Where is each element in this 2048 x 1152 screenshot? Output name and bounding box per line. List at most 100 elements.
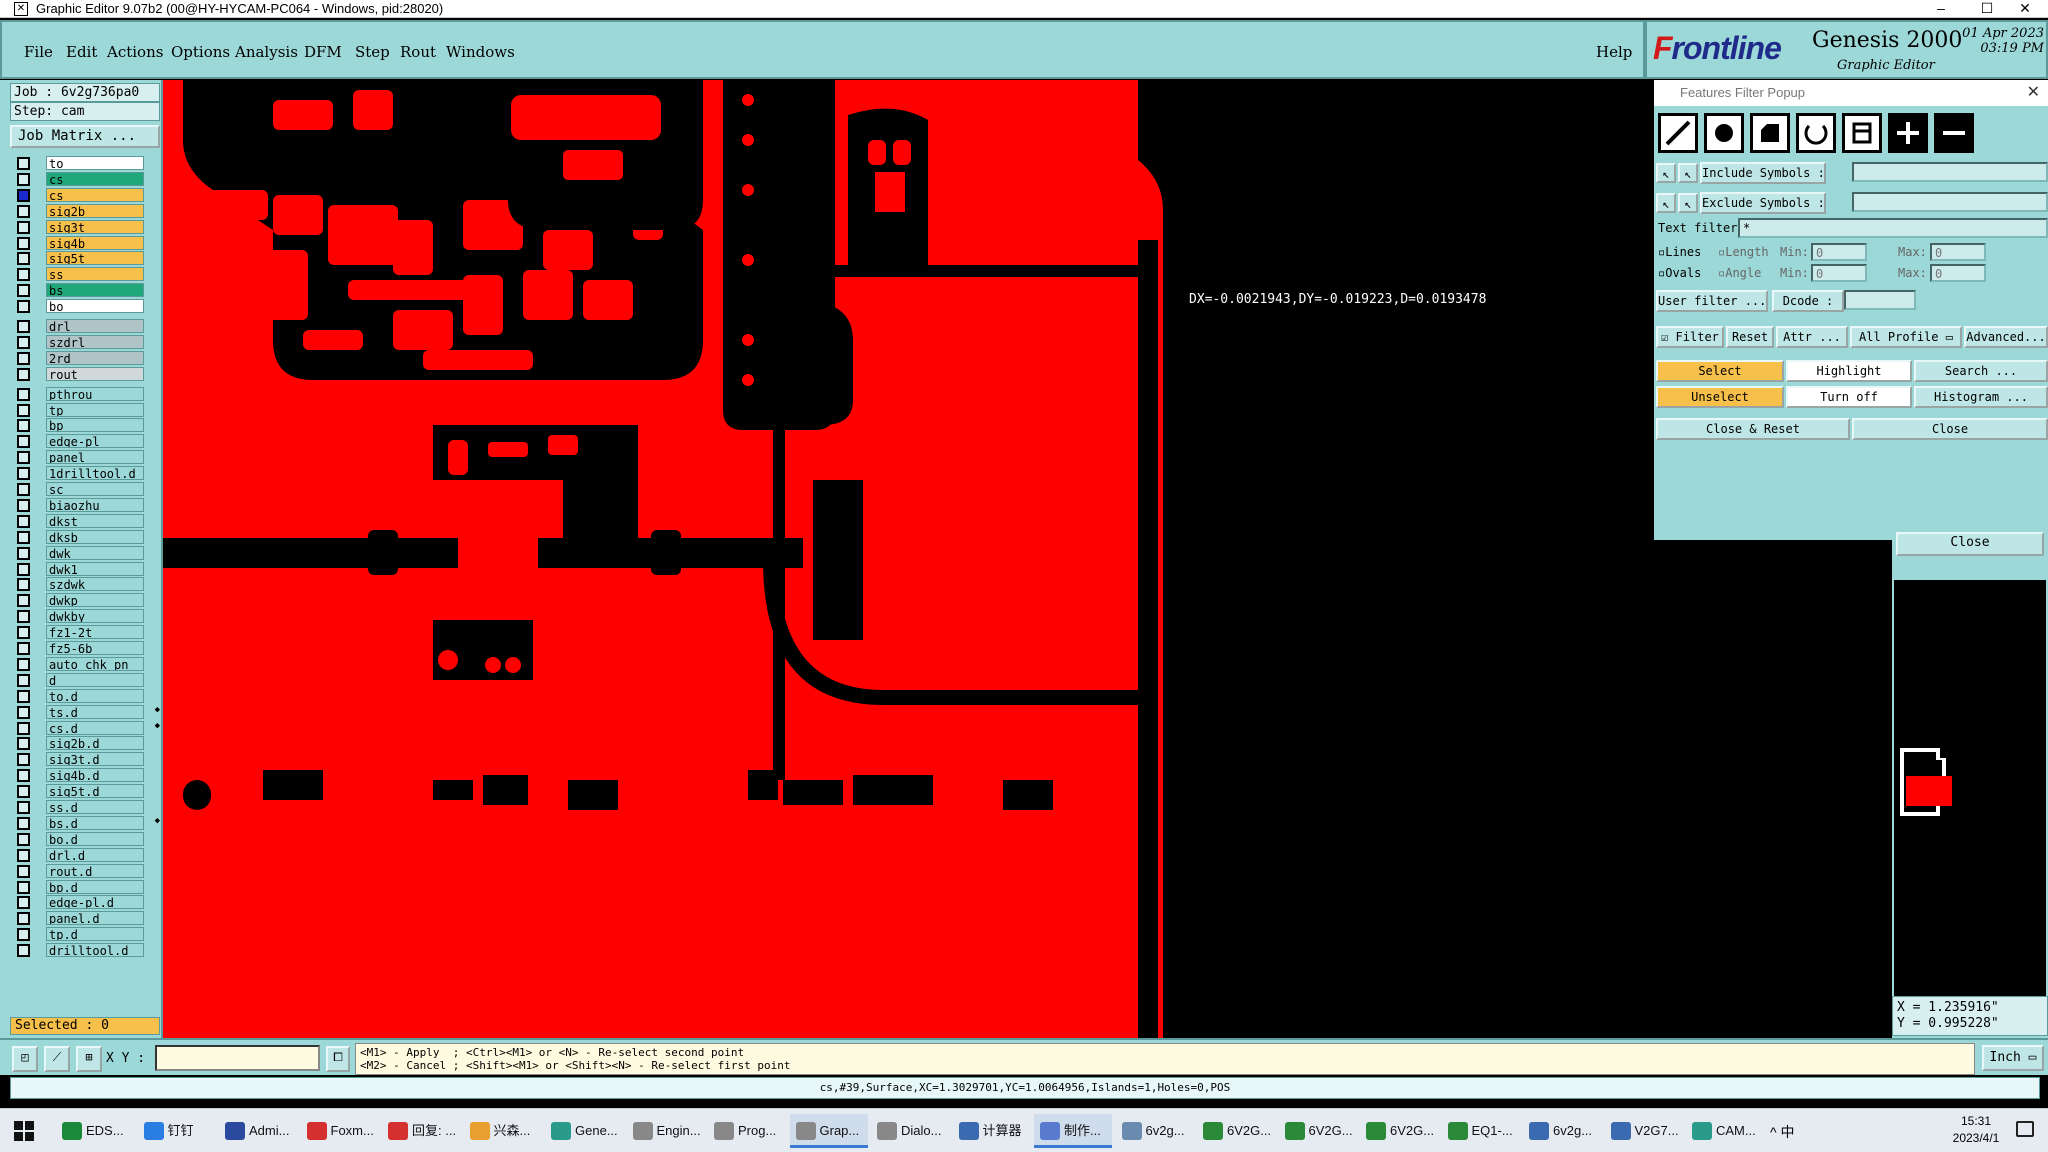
notification-icon[interactable] xyxy=(2016,1121,2034,1137)
layer-name[interactable]: dwk xyxy=(46,545,144,560)
angle-min-input[interactable]: 0 xyxy=(1811,264,1867,282)
layer-name[interactable]: dwkby xyxy=(46,609,144,624)
taskbar-item[interactable]: 6V2G... xyxy=(1197,1114,1275,1148)
layer-checkbox[interactable] xyxy=(17,578,30,592)
layer-name[interactable]: sig2b.d xyxy=(46,736,144,751)
layer-row[interactable]: bo xyxy=(14,299,162,314)
dcode-button[interactable]: Dcode : xyxy=(1772,290,1844,312)
system-tray[interactable]: ^ 中 xyxy=(1770,1122,1794,1142)
layer-checkbox[interactable] xyxy=(17,944,30,958)
layer-name[interactable]: bo.d xyxy=(46,831,144,846)
job-matrix-button[interactable]: Job Matrix ... xyxy=(10,125,160,148)
include-symbols-input[interactable] xyxy=(1852,162,2048,182)
info-icon[interactable]: ⧠ xyxy=(326,1046,350,1072)
layer-checkbox[interactable] xyxy=(17,451,30,465)
layer-checkbox[interactable] xyxy=(17,626,30,640)
close-panel-button[interactable]: Close xyxy=(1896,532,2044,556)
layer-row[interactable]: bo.d xyxy=(14,831,162,847)
layer-row[interactable]: bp.d xyxy=(14,879,162,895)
pad-feature-icon[interactable] xyxy=(1702,111,1746,155)
layer-checkbox[interactable] xyxy=(17,594,30,608)
layer-checkbox[interactable] xyxy=(17,320,30,333)
layer-name[interactable]: ss xyxy=(46,267,144,282)
layer-name[interactable]: sig3t.d xyxy=(46,752,144,767)
layer-row[interactable]: sig2b xyxy=(14,203,162,219)
taskbar-item[interactable]: 计算器 xyxy=(953,1114,1031,1148)
layer-name[interactable]: bo xyxy=(46,299,144,314)
layer-name[interactable]: bs.d xyxy=(46,815,144,830)
layer-checkbox[interactable] xyxy=(17,220,30,234)
taskbar-item[interactable]: 钉钉 xyxy=(138,1114,216,1148)
layer-row[interactable]: sig2b.d xyxy=(14,736,162,751)
text-filter-input[interactable]: * xyxy=(1738,218,2048,238)
layer-name[interactable]: panel xyxy=(46,450,144,465)
layer-name[interactable]: rout xyxy=(46,366,144,381)
taskbar-item[interactable]: 6v2g... xyxy=(1523,1114,1601,1148)
histogram-button[interactable]: Histogram ... xyxy=(1914,386,2048,408)
layer-name[interactable]: fz5-6b xyxy=(46,641,144,655)
include-pick2-icon[interactable]: ↖ xyxy=(1678,163,1698,183)
unselect-button[interactable]: Unselect xyxy=(1656,386,1784,408)
layer-checkbox[interactable] xyxy=(17,912,30,926)
exclude-pick2-icon[interactable]: ↖ xyxy=(1678,193,1698,213)
include-symbols-label[interactable]: Include Symbols : xyxy=(1700,162,1826,184)
layer-name[interactable]: pthrou xyxy=(46,386,144,401)
layer-row[interactable]: edge-pl xyxy=(14,434,162,449)
layer-checkbox[interactable] xyxy=(17,419,30,433)
layer-name[interactable]: to xyxy=(46,156,144,170)
layer-name[interactable]: dwk1 xyxy=(46,561,144,576)
layer-row[interactable]: d xyxy=(14,672,162,688)
layer-name[interactable]: sig4b.d xyxy=(46,768,144,783)
menu-rout[interactable]: Rout xyxy=(400,43,436,61)
layer-row[interactable]: to.d xyxy=(14,688,162,704)
layer-row[interactable]: ts.d ◆ xyxy=(14,704,162,720)
length-max-input[interactable]: 0 xyxy=(1930,243,1986,261)
popup-close-icon[interactable]: ✕ xyxy=(2027,80,2040,106)
layer-checkbox[interactable] xyxy=(17,673,30,687)
all-profile-dropdown[interactable]: All Profile ▭ xyxy=(1850,326,1962,348)
zoom-tool-icon[interactable]: ◰ xyxy=(12,1046,38,1072)
lines-checkbox[interactable]: ▫Lines xyxy=(1658,245,1701,259)
layer-checkbox[interactable] xyxy=(17,753,30,767)
menu-analysis[interactable]: Analysis xyxy=(235,43,298,61)
layer-row[interactable]: sig5t xyxy=(14,251,162,266)
layer-row[interactable]: 1drilltool.d xyxy=(14,466,162,481)
layer-name[interactable]: fz1-2t xyxy=(46,625,144,640)
layer-checkbox[interactable] xyxy=(17,928,30,942)
layer-checkbox[interactable] xyxy=(17,188,30,202)
layer-name[interactable]: biaozhu xyxy=(46,497,144,512)
search-button[interactable]: Search ... xyxy=(1914,360,2048,382)
taskbar-item[interactable]: Engin... xyxy=(627,1114,705,1148)
taskbar-item[interactable]: 制作... xyxy=(1034,1114,1112,1148)
layer-row[interactable]: ss.d xyxy=(14,800,162,815)
taskbar-item[interactable]: 回复: ... xyxy=(382,1114,460,1148)
layer-row[interactable]: pthrou xyxy=(14,386,162,402)
layer-checkbox[interactable] xyxy=(17,268,30,282)
layer-name[interactable]: 1drilltool.d xyxy=(46,466,144,481)
positive-polarity-icon[interactable] xyxy=(1886,111,1930,155)
taskbar-item[interactable]: 6V2G... xyxy=(1360,1114,1438,1148)
layer-row[interactable]: to xyxy=(14,156,162,171)
layer-checkbox[interactable] xyxy=(17,351,30,365)
layer-checkbox[interactable] xyxy=(17,172,30,186)
layer-row[interactable]: rout.d xyxy=(14,863,162,879)
layer-name[interactable]: dkst xyxy=(46,513,144,528)
layer-checkbox[interactable] xyxy=(17,785,30,799)
taskbar-item[interactable]: Gene... xyxy=(545,1114,623,1148)
layer-checkbox[interactable] xyxy=(17,403,30,417)
taskbar-item[interactable]: Dialo... xyxy=(871,1114,949,1148)
layer-row[interactable]: dkst xyxy=(14,513,162,529)
layer-checkbox[interactable] xyxy=(17,157,30,170)
layer-name[interactable]: 2rd xyxy=(46,350,144,365)
layer-name[interactable]: dksb xyxy=(46,529,144,544)
layer-checkbox[interactable] xyxy=(17,562,30,576)
layer-row[interactable]: dwkby xyxy=(14,609,162,624)
layer-name[interactable]: edge-pl.d xyxy=(46,895,144,910)
arc-feature-icon[interactable] xyxy=(1794,111,1838,155)
menu-step[interactable]: Step xyxy=(355,43,390,61)
layer-checkbox[interactable] xyxy=(17,236,30,250)
layer-name[interactable]: bs xyxy=(46,283,144,298)
layer-name[interactable]: ts.d xyxy=(46,704,144,719)
ovals-checkbox[interactable]: ▫Ovals xyxy=(1658,266,1701,280)
layer-checkbox[interactable] xyxy=(17,300,30,314)
